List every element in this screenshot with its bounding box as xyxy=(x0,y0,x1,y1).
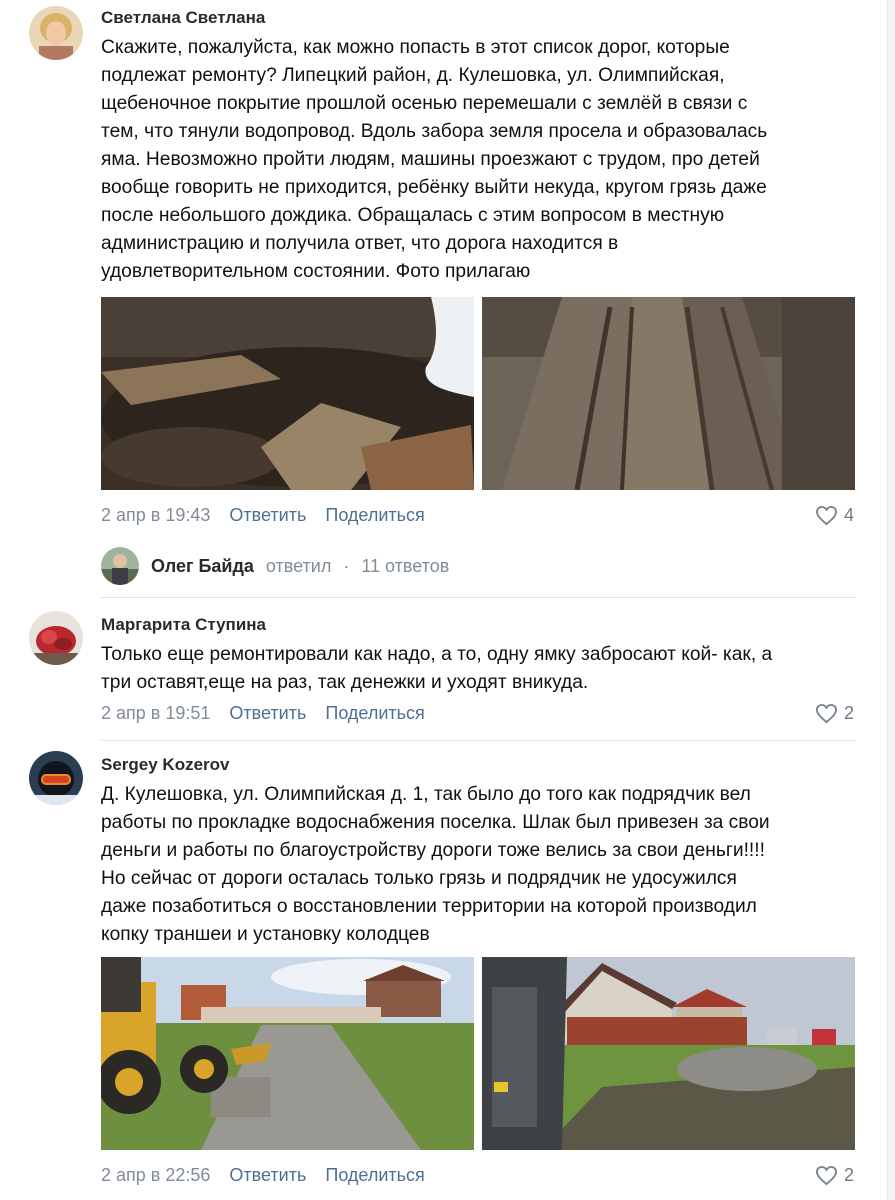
heart-outline-icon xyxy=(815,505,837,526)
comment-3: Sergey Kozerov Д. Кулешовка, ул. Олимпий… xyxy=(0,745,880,1200)
comment-text-line: Д. Кулешовка, ул. Олимпийская д. 1, так … xyxy=(101,784,751,805)
thread-replies[interactable]: Олег Байда ответил · 11 ответов xyxy=(101,547,449,585)
comment-text: Скажите, пожалуйста, как можно попасть в… xyxy=(101,34,861,286)
heart-outline-icon xyxy=(815,703,837,724)
comment-text-line: администрацию и получила ответ, что доро… xyxy=(101,233,619,254)
heart-outline-icon xyxy=(815,1165,837,1186)
comment-date[interactable]: 2 апр в 19:43 xyxy=(101,505,210,525)
comment-2: Маргарита Ступина Только еще ремонтирова… xyxy=(0,605,880,735)
attached-photo[interactable] xyxy=(101,957,474,1150)
reply-button[interactable]: Ответить xyxy=(229,703,306,723)
avatar[interactable] xyxy=(29,611,83,665)
attached-photo[interactable] xyxy=(482,297,855,490)
comment-1: Светлана Светлана Скажите, пожалуйста, к… xyxy=(0,0,880,590)
comment-date[interactable]: 2 апр в 22:56 xyxy=(101,1165,210,1185)
avatar[interactable] xyxy=(29,751,83,805)
comment-author[interactable]: Sergey Kozerov xyxy=(101,755,230,775)
comment-text-line: после небольшого дождика. Обращалась с э… xyxy=(101,205,725,226)
avatar[interactable] xyxy=(29,6,83,60)
comment-text-line: три оставят,еще на раз, так денежки и ух… xyxy=(101,672,589,693)
comment-text-line: подлежат ремонту? Липецкий район, д. Кул… xyxy=(101,65,725,86)
avatar[interactable] xyxy=(101,547,139,585)
scrollbar-track[interactable] xyxy=(887,0,895,1200)
separator-dot: · xyxy=(343,555,350,576)
comment-meta: 2 апр в 19:43 Ответить Поделиться xyxy=(101,505,425,526)
comment-text: Только еще ремонтировали как надо, а то,… xyxy=(101,641,861,697)
share-button[interactable]: Поделиться xyxy=(325,703,424,723)
share-button[interactable]: Поделиться xyxy=(325,505,424,525)
reply-action: ответил xyxy=(265,555,332,576)
like-button[interactable]: 2 xyxy=(815,1165,854,1186)
comment-text-line: тем, что тянули водопровод. Вдоль забора… xyxy=(101,121,768,142)
comment-date[interactable]: 2 апр в 19:51 xyxy=(101,703,210,723)
reply-button[interactable]: Ответить xyxy=(229,505,306,525)
comment-meta: 2 апр в 19:51 Ответить Поделиться xyxy=(101,703,425,724)
attached-photo[interactable] xyxy=(101,297,474,490)
divider xyxy=(101,740,856,741)
comment-text-line: деньги и работы по благоустройству дорог… xyxy=(101,840,765,861)
reply-button[interactable]: Ответить xyxy=(229,1165,306,1185)
comment-text-line: Скажите, пожалуйста, как можно попасть в… xyxy=(101,37,730,58)
comment-meta: 2 апр в 22:56 Ответить Поделиться xyxy=(101,1165,425,1186)
comment-text-line: вообще говорить не приходится, ребёнку в… xyxy=(101,177,767,198)
comment-text: Д. Кулешовка, ул. Олимпийская д. 1, так … xyxy=(101,781,861,949)
comment-text-line: щебеночное покрытие прошлой осенью перем… xyxy=(101,93,748,114)
comment-text-line: удовлетворительном состоянии. Фото прила… xyxy=(101,261,531,282)
share-button[interactable]: Поделиться xyxy=(325,1165,424,1185)
comment-text-line: Только еще ремонтировали как надо, а то,… xyxy=(101,644,773,665)
like-button[interactable]: 2 xyxy=(815,703,854,724)
comment-author[interactable]: Светлана Светлана xyxy=(101,8,265,28)
comment-text-line: копку траншеи и установку колодцев xyxy=(101,924,430,945)
comment-text-line: даже позаботиться о восстановлении терри… xyxy=(101,896,757,917)
comment-text-line: яма. Невозможно пройти людям, машины про… xyxy=(101,149,760,170)
like-button[interactable]: 4 xyxy=(815,505,854,526)
divider xyxy=(101,597,856,598)
like-count: 2 xyxy=(843,1165,854,1185)
replies-count-link[interactable]: 11 ответов xyxy=(361,556,449,577)
like-count: 4 xyxy=(843,505,854,525)
comment-author[interactable]: Маргарита Ступина xyxy=(101,615,266,635)
attached-photo[interactable] xyxy=(482,957,855,1150)
reply-author[interactable]: Олег Байда xyxy=(151,556,254,577)
comment-text-line: работы по прокладке водоснабжения поселк… xyxy=(101,812,770,833)
like-count: 2 xyxy=(843,703,854,723)
comment-text-line: Но сейчас от дороги осталась только гряз… xyxy=(101,868,737,889)
